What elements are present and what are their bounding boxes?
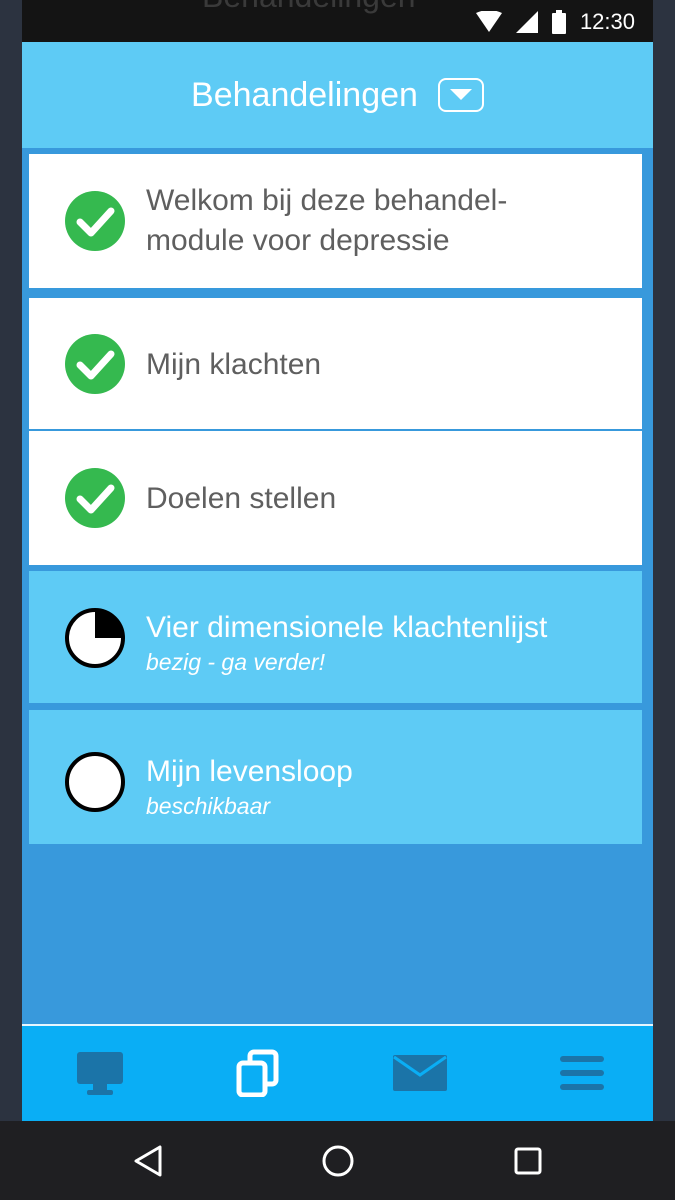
- page-title: Behandelingen: [191, 75, 418, 114]
- module-status: bezig - ga verder!: [146, 649, 325, 675]
- system-nav-bar: [0, 1121, 675, 1200]
- check-circle-icon: [65, 334, 125, 394]
- module-title: Doelen stellen: [146, 482, 337, 515]
- module-item-levensloop[interactable]: Mijn levensloop beschikbaar: [29, 710, 642, 844]
- module-list: Welkom bij deze behandel-module voor dep…: [29, 154, 642, 844]
- module-title: Mijn levensloop: [146, 755, 353, 788]
- recents-icon[interactable]: [508, 1141, 548, 1181]
- status-bar: Behandelingen 12:30: [22, 0, 653, 42]
- progress-pie-icon: [65, 608, 125, 668]
- module-item-welkom[interactable]: Welkom bij deze behandel-module voor dep…: [29, 154, 642, 288]
- phone-screen: Behandelingen 12:30 Behandelingen Welkom…: [22, 0, 653, 1121]
- monitor-icon: [77, 1052, 123, 1095]
- module-item-klachtenlijst[interactable]: Vier dimensionele klachtenlijst bezig - …: [29, 571, 642, 703]
- nav-treatments-button[interactable]: [230, 1048, 286, 1098]
- status-time: 12:30: [579, 9, 635, 34]
- status-bar-behind-text: Behandelingen: [202, 0, 416, 15]
- mail-icon: [393, 1055, 447, 1091]
- battery-icon: [551, 10, 566, 34]
- module-title: Mijn klachten: [146, 348, 322, 381]
- nav-dashboard-button[interactable]: [72, 1048, 128, 1098]
- check-circle-icon: [65, 191, 125, 251]
- module-title: Welkom bij deze behandel-module voor dep…: [146, 184, 508, 257]
- copy-icon: [236, 1049, 279, 1097]
- module-item-klachten[interactable]: Mijn klachten: [29, 298, 642, 431]
- wifi-icon: [475, 11, 502, 32]
- menu-icon: [560, 1056, 604, 1090]
- module-status: beschikbaar: [146, 793, 271, 819]
- back-icon[interactable]: [128, 1141, 168, 1181]
- home-icon[interactable]: [318, 1141, 358, 1181]
- module-title: Vier dimensionele klachtenlijst: [146, 611, 548, 644]
- nav-menu-button[interactable]: [554, 1048, 610, 1098]
- dropdown-arrow-icon: [449, 89, 472, 100]
- app-content: Behandelingen Welkom bij deze behandel-m…: [22, 42, 653, 1121]
- check-circle-icon: [65, 468, 125, 528]
- dropdown-button[interactable]: [437, 78, 484, 112]
- header: Behandelingen: [22, 42, 653, 148]
- empty-circle-icon: [65, 752, 125, 812]
- nav-mail-button[interactable]: [392, 1048, 448, 1098]
- bottom-nav: [22, 1024, 653, 1121]
- module-item-doelen[interactable]: Doelen stellen: [29, 431, 642, 565]
- signal-icon: [515, 11, 538, 33]
